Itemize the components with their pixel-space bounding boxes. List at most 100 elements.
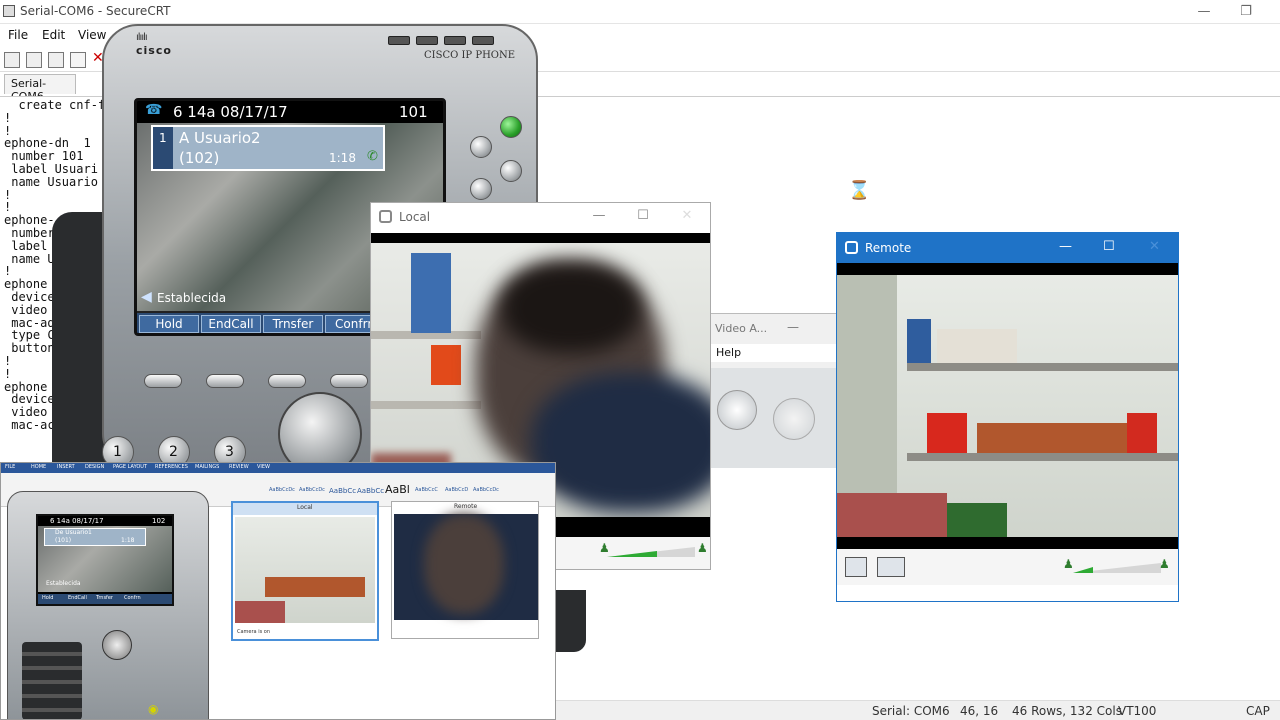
word-tab-references[interactable]: REFERENCES: [155, 464, 188, 470]
line-button[interactable]: [500, 160, 522, 182]
mini-call-name: De Usuario1: [55, 529, 92, 536]
terminal-line: button: [4, 341, 55, 356]
minimize-button[interactable]: —: [589, 208, 609, 223]
softkey-button[interactable]: [206, 374, 244, 388]
mini-softkey-conference[interactable]: Confrn: [124, 595, 141, 601]
softkey-button[interactable]: [144, 374, 182, 388]
video-assistant-window: Video A... — Help: [710, 313, 841, 468]
maximize-button[interactable]: ❐: [1232, 2, 1260, 22]
quick-connect-icon[interactable]: [26, 52, 42, 68]
mini-select-button-icon[interactable]: ◉: [148, 702, 158, 716]
call-number: (102): [179, 149, 220, 167]
mini-phone: 6 14a 08/17/17 102 De Usuario1 (101) 1:1…: [7, 491, 209, 719]
phone-top-button[interactable]: [444, 36, 466, 45]
securecrt-app-icon: [3, 5, 15, 17]
status-session: Serial: COM6: [872, 704, 950, 718]
phone-screen-header: ☎ 6 14a 08/17/17 101: [137, 101, 443, 123]
line-button[interactable]: [470, 178, 492, 200]
mini-softkey-transfer[interactable]: Trnsfer: [96, 595, 113, 601]
mini-softkey-endcall[interactable]: EndCall: [68, 595, 87, 601]
style-sample[interactable]: AaBl: [385, 483, 410, 496]
speaker-icon: ◀: [141, 289, 152, 305]
terminal-line: video: [4, 302, 48, 317]
mini-phone-screen: 6 14a 08/17/17 102 De Usuario1 (101) 1:1…: [36, 514, 174, 606]
word-tab-page-layout[interactable]: PAGE LAYOUT: [113, 464, 147, 470]
word-tab-insert[interactable]: INSERT: [57, 464, 75, 470]
terminal-line: !: [4, 110, 12, 125]
terminal-line: !: [4, 354, 12, 368]
display-options-button-icon[interactable]: [877, 557, 905, 577]
mini-local-title: Local: [297, 504, 313, 511]
word-tab-mailings[interactable]: MAILINGS: [195, 464, 219, 470]
style-sample[interactable]: AaBbCcD: [445, 487, 468, 493]
close-button[interactable]: ✕: [677, 208, 697, 223]
snapshot-button-icon[interactable]: [845, 557, 867, 577]
reconnect-icon[interactable]: [70, 52, 86, 68]
mini-phone-extension: 102: [152, 517, 166, 525]
session-tab[interactable]: Serial-COM6: [4, 74, 76, 103]
terminal-line: mac-ac: [4, 418, 55, 432]
phone-extension: 101: [399, 103, 428, 121]
word-tab-review[interactable]: REVIEW: [229, 464, 249, 470]
close-button[interactable]: ✕: [1149, 239, 1160, 254]
menu-edit[interactable]: Edit: [42, 28, 65, 42]
settings-button-icon[interactable]: [773, 398, 815, 440]
hourglass-cursor-icon: ⌛: [848, 180, 871, 201]
style-sample[interactable]: AaBbCcDc: [299, 487, 325, 493]
remote-window-title: Remote: [865, 241, 912, 255]
menu-help[interactable]: Help: [716, 346, 741, 359]
style-sample[interactable]: AaBbCcDc: [473, 487, 499, 493]
style-sample[interactable]: AaBbCcDc: [269, 487, 295, 493]
terminal-line: name U: [4, 251, 55, 266]
word-tab-design[interactable]: DESIGN: [85, 464, 104, 470]
mini-call-timer: 1:18: [121, 537, 135, 544]
person-icon: ♟: [1063, 557, 1074, 571]
softkey-transfer[interactable]: Trnsfer: [263, 315, 323, 333]
terminal-line: !: [4, 366, 12, 381]
call-name: A Usuario2: [179, 129, 261, 147]
mini-keypad[interactable]: [22, 642, 82, 719]
maximize-button[interactable]: ☐: [633, 208, 653, 223]
terminal-line: name Usuario: [4, 174, 98, 189]
phone-top-button[interactable]: [388, 36, 410, 45]
minimize-button[interactable]: —: [787, 320, 799, 334]
remote-video-window: Remote — ☐ ✕ ♟ ♟: [836, 232, 1179, 602]
status-caps: CAP: [1246, 704, 1270, 718]
style-sample[interactable]: AaBbCcC: [415, 487, 438, 493]
remote-controls: ♟ ♟: [837, 549, 1178, 585]
mini-remote-title: Remote: [454, 503, 478, 510]
camera-button-icon[interactable]: [717, 390, 757, 430]
minimize-button[interactable]: —: [1059, 239, 1072, 254]
mini-softkey-hold[interactable]: Hold: [42, 595, 53, 601]
style-sample[interactable]: AaBbCc: [329, 487, 356, 495]
terminal-line: label: [4, 238, 48, 253]
style-sample[interactable]: AaBbCc: [357, 487, 384, 495]
phone-top-button[interactable]: [416, 36, 438, 45]
softkey-endcall[interactable]: EndCall: [201, 315, 261, 333]
call-active-icon: ✆: [367, 149, 378, 164]
call-line-number: 1: [159, 131, 167, 145]
softkey-button[interactable]: [330, 374, 368, 388]
active-call-box[interactable]: 1 A Usuario2 (102) 1:18 ✆: [151, 125, 385, 171]
call-timer: 1:18: [329, 151, 356, 165]
minimize-button[interactable]: —: [1190, 2, 1218, 22]
softkey-button[interactable]: [268, 374, 306, 388]
connect-icon[interactable]: [4, 52, 20, 68]
cisco-logo: cisco: [136, 44, 172, 57]
softkey-hold[interactable]: Hold: [139, 315, 199, 333]
phone-top-button[interactable]: [472, 36, 494, 45]
mini-navigation-pad[interactable]: [102, 630, 132, 660]
mini-local-window: Local Camera is on: [231, 501, 379, 641]
remote-video-feed: [837, 263, 1178, 549]
word-tab-view[interactable]: VIEW: [257, 464, 270, 470]
maximize-button[interactable]: ☐: [1103, 239, 1115, 254]
app-title-bar: Serial-COM6 - SecureCRT — ❐: [0, 0, 1280, 24]
menu-file[interactable]: File: [8, 28, 28, 42]
connect-tab-icon[interactable]: [48, 52, 64, 68]
word-tab-file[interactable]: FILE: [5, 464, 15, 470]
window-title: Serial-COM6 - SecureCRT: [20, 4, 171, 18]
line-button-active[interactable]: [500, 116, 522, 138]
phone-handset-icon: ☎: [145, 102, 163, 118]
line-button[interactable]: [470, 136, 492, 158]
word-tab-home[interactable]: HOME: [31, 464, 46, 470]
